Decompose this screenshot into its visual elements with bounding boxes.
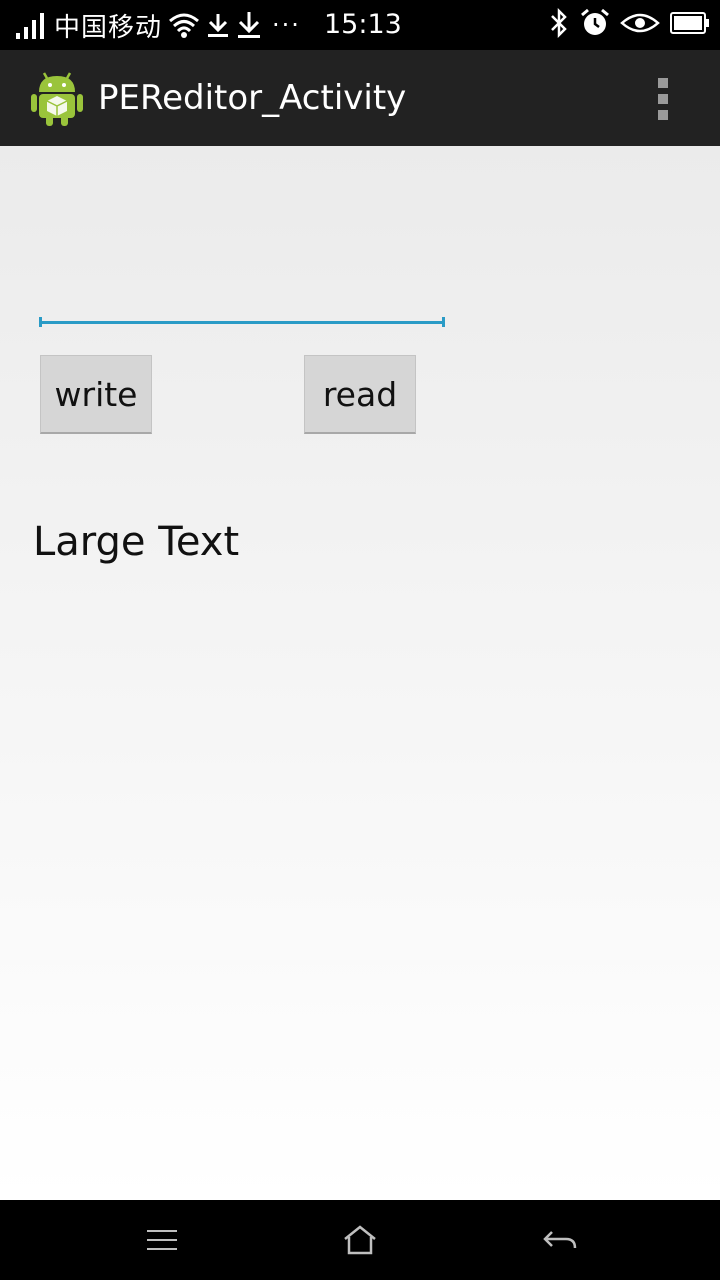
status-bar-left: 中国移动 ··· xyxy=(10,0,301,50)
overflow-dot xyxy=(658,78,668,88)
eye-icon xyxy=(620,11,660,39)
clock: 15:13 xyxy=(324,9,402,40)
wifi-icon xyxy=(168,11,200,39)
battery-icon xyxy=(670,11,710,39)
android-app-icon[interactable] xyxy=(30,68,84,128)
download-icon xyxy=(236,10,262,40)
home-icon[interactable] xyxy=(336,1216,384,1264)
overflow-menu-icon[interactable] xyxy=(644,70,684,126)
more-notifications: ··· xyxy=(272,11,301,39)
read-button[interactable]: read xyxy=(304,355,416,434)
write-button[interactable]: write xyxy=(40,355,152,434)
carrier-name: 中国移动 xyxy=(54,12,163,43)
overflow-dot xyxy=(658,110,668,120)
app-title: PEReditor_Activity xyxy=(98,78,407,118)
signal-icon xyxy=(16,11,48,39)
screen: 中国移动 ··· 15:13 PEReditor_Activity write … xyxy=(0,0,720,1280)
input-underline-right-tick xyxy=(442,317,445,327)
menu-icon[interactable] xyxy=(138,1216,186,1264)
input-underline-left-tick xyxy=(39,317,42,327)
alarm-icon xyxy=(580,8,610,42)
navigation-bar xyxy=(0,1200,720,1280)
back-icon[interactable] xyxy=(536,1216,584,1264)
status-bar-right xyxy=(548,0,710,50)
main-content: write read Large Text xyxy=(0,146,720,1200)
action-bar: PEReditor_Activity xyxy=(0,50,720,146)
download-icon xyxy=(206,11,230,39)
text-input[interactable] xyxy=(39,296,445,324)
large-text-label: Large Text xyxy=(33,519,240,565)
status-bar: 中国移动 ··· 15:13 xyxy=(0,0,720,50)
bluetooth-icon xyxy=(548,7,570,42)
overflow-dot xyxy=(658,94,668,104)
